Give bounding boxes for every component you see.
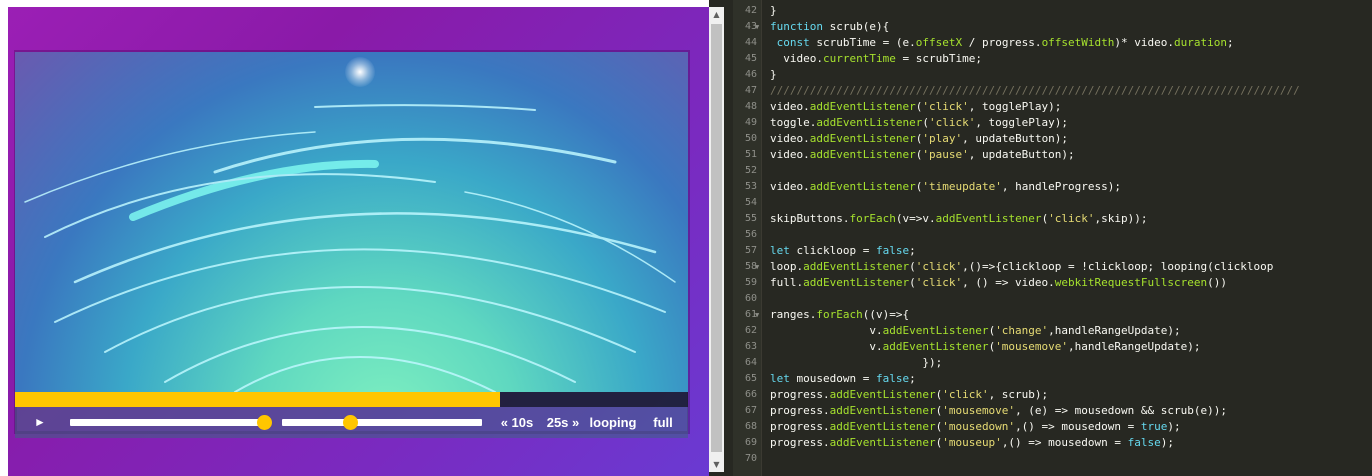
fullscreen-button[interactable]: full [649, 407, 677, 438]
scrollbar-thumb[interactable] [711, 24, 722, 452]
code-line[interactable]: let clickloop = false; [770, 243, 916, 259]
line-number: 51 [744, 149, 757, 160]
gutter-divider [761, 0, 762, 476]
code-line[interactable]: progress.addEventListener('mousedown',()… [770, 419, 1181, 435]
fold-arrow-icon[interactable]: ▼ [755, 311, 759, 319]
fold-arrow-icon[interactable]: ▼ [755, 263, 759, 271]
code-line[interactable]: ////////////////////////////////////////… [770, 83, 1300, 99]
code-line[interactable]: v.addEventListener('mousemove',handleRan… [770, 339, 1200, 355]
progress-filled [15, 392, 500, 407]
line-number: 62 [744, 325, 757, 336]
skip-forward-button[interactable]: 25s » [543, 407, 583, 438]
line-number: 46 [744, 69, 757, 80]
line-number: 45 [744, 53, 757, 64]
code-line[interactable]: loop.addEventListener('click',()=>{click… [770, 259, 1273, 275]
line-number: 59 [744, 277, 757, 288]
line-number: 60 [744, 293, 757, 304]
code-line[interactable]: function scrub(e){ [770, 19, 889, 35]
progress-bar[interactable] [15, 392, 688, 407]
line-number: 43 [744, 21, 757, 32]
line-number: 42 [744, 5, 757, 16]
play-button[interactable]: ► [29, 407, 51, 438]
line-number: 52 [744, 165, 757, 176]
line-number: 48 [744, 101, 757, 112]
code-editor[interactable]: } function scrub(e){ const scrubTime = (e… [770, 0, 1372, 476]
code-line[interactable]: toggle.addEventListener('click', toggleP… [770, 115, 1068, 131]
code-line[interactable]: video.addEventListener('pause', updateBu… [770, 147, 1075, 163]
video-frame-image [24, 104, 676, 392]
preview-pane: ► « 10s 25s » looping full [0, 0, 709, 476]
line-number: 58 [744, 261, 757, 272]
line-number: 64 [744, 357, 757, 368]
pane-divider[interactable] [724, 0, 733, 476]
playback-rate-slider-thumb[interactable] [343, 415, 358, 430]
line-number: 65 [744, 373, 757, 384]
video-viewport[interactable] [15, 52, 688, 392]
playback-rate-slider[interactable] [282, 415, 482, 430]
scroll-up-icon[interactable]: ▲ [709, 7, 724, 22]
line-number: 61 [744, 309, 757, 320]
code-line[interactable]: video.addEventListener('click', togglePl… [770, 99, 1061, 115]
line-number: 69 [744, 437, 757, 448]
fold-arrow-icon[interactable]: ▼ [755, 23, 759, 31]
scroll-down-icon[interactable]: ▼ [709, 457, 724, 472]
line-number: 50 [744, 133, 757, 144]
code-line[interactable]: video.currentTime = scrubTime; [770, 51, 982, 67]
code-line[interactable]: video.addEventListener('play', updateBut… [770, 131, 1068, 147]
code-line[interactable]: let mousedown = false; [770, 371, 916, 387]
line-number: 49 [744, 117, 757, 128]
line-number: 55 [744, 213, 757, 224]
code-line[interactable]: video.addEventListener('timeupdate', han… [770, 179, 1121, 195]
line-number: 68 [744, 421, 757, 432]
preview-scrollbar[interactable]: ▲ ▼ [709, 7, 724, 472]
line-number: 56 [744, 229, 757, 240]
code-line[interactable]: ranges.forEach((v)=>{ [770, 307, 909, 323]
code-line[interactable]: } [770, 67, 777, 83]
line-number: 66 [744, 389, 757, 400]
code-line[interactable]: v.addEventListener('change',handleRangeU… [770, 323, 1180, 339]
line-number: 44 [744, 37, 757, 48]
code-line[interactable]: progress.addEventListener('mousemove', (… [770, 403, 1227, 419]
code-line[interactable]: } [770, 3, 777, 19]
line-number: 53 [744, 181, 757, 192]
code-line[interactable]: skipButtons.forEach(v=>v.addEventListene… [770, 211, 1148, 227]
code-line[interactable]: const scrubTime = (e.offsetX / progress.… [770, 35, 1234, 51]
play-icon: ► [34, 415, 46, 429]
line-number: 63 [744, 341, 757, 352]
line-number: 67 [744, 405, 757, 416]
volume-slider-thumb[interactable] [257, 415, 272, 430]
volume-slider[interactable] [70, 415, 272, 430]
line-number: 57 [744, 245, 757, 256]
looping-button[interactable]: looping [589, 407, 637, 438]
code-line[interactable]: progress.addEventListener('click', scrub… [770, 387, 1048, 403]
code-line[interactable]: }); [770, 355, 942, 371]
player-controls: ► « 10s 25s » looping full [15, 407, 688, 438]
code-line[interactable]: full.addEventListener('click', () => vid… [770, 275, 1227, 291]
line-number: 54 [744, 197, 757, 208]
code-line[interactable]: progress.addEventListener('mouseup',() =… [770, 435, 1174, 451]
skip-back-button[interactable]: « 10s [497, 407, 537, 438]
line-number-gutter: 42 43 ▼ 44 45 46 47 48 49 50 51 52 53 54 55 56 57 58 ▼ 59 60… [733, 0, 761, 476]
line-number: 47 [744, 85, 757, 96]
line-number: 70 [744, 453, 757, 464]
